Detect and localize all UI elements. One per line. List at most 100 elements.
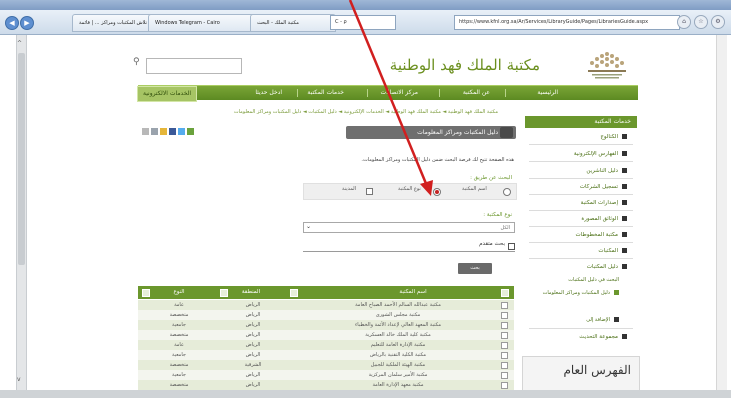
nav-new[interactable]: ادخل حديثا	[255, 86, 282, 100]
cell-region: الرياض	[245, 372, 261, 378]
row-checkbox[interactable]	[501, 312, 508, 319]
header-checkbox[interactable]	[290, 289, 298, 297]
print-icon[interactable]	[142, 128, 149, 135]
sidebar-subitem-libraries-centers[interactable]: دليل المكتبات ومراكز المعلومات	[519, 287, 619, 299]
right-scrollbar[interactable]	[716, 35, 727, 390]
cell-name[interactable]: مكتبة مجلس الشورى	[298, 310, 498, 320]
chevron-down-icon[interactable]: ⌄	[306, 223, 311, 230]
table-row[interactable]: مكتبة معهد الإدارة العامة الرياض متخصصة	[138, 380, 514, 390]
radio-library-type[interactable]	[433, 188, 441, 196]
scrollbar-thumb[interactable]	[18, 53, 25, 265]
search-icon[interactable]: ⚲	[133, 57, 140, 67]
table-row[interactable]: مكتبة الكلية التقنية بالرياض الرياض جامع…	[138, 350, 514, 360]
sidebar-item-library-guide[interactable]: دليل المكتبات	[527, 261, 627, 273]
cell-region: الرياض	[245, 302, 261, 308]
sidebar-item-publishers[interactable]: دليل الناشرين	[527, 165, 627, 177]
row-checkbox[interactable]	[501, 322, 508, 329]
header-checkbox[interactable]	[220, 289, 228, 297]
bullet-icon	[622, 151, 627, 156]
row-checkbox[interactable]	[501, 382, 508, 389]
cell-name[interactable]: مكتبة المعهد العالي لإعداد الأئمة والخطب…	[298, 320, 498, 330]
sidebar-subitem-search-guide[interactable]: البحث في دليل المكتبات	[519, 274, 619, 286]
library-type-select[interactable]: الكل	[303, 222, 515, 233]
share-toolbar	[142, 128, 194, 135]
scroll-up-icon[interactable]: ^	[17, 40, 22, 47]
browser-tab-3[interactable]: مكتبة الملك - البحث	[250, 14, 336, 32]
cell-name[interactable]: مكتبة الهيئة الملكية للجبيل	[298, 360, 498, 370]
sidebar-item-companies[interactable]: تسجيل الشركات	[527, 181, 627, 193]
catalog-banner[interactable]: الفهرس العام	[522, 356, 640, 394]
nav-contact[interactable]: مركز الاتصالات	[381, 86, 418, 100]
cell-name[interactable]: مكتبة الأمير سلمان المركزية	[298, 370, 498, 380]
address-bar[interactable]: https://www.kfnl.org.sa/Ar/Services/Libr…	[454, 15, 680, 30]
home-icon[interactable]: ⌂	[677, 15, 691, 29]
star-icon[interactable]	[160, 128, 167, 135]
table-row[interactable]: مكتبة كلية الملك خالد العسكرية الرياض مت…	[138, 330, 514, 340]
sidebar-item-libraries[interactable]: المكتبات	[527, 245, 627, 257]
library-logo-icon[interactable]	[578, 48, 636, 82]
row-checkbox[interactable]	[501, 372, 508, 379]
advanced-search-checkbox[interactable]	[508, 243, 515, 250]
bullet-icon	[614, 290, 619, 295]
header-checkbox[interactable]	[142, 289, 150, 297]
cell-region: الرياض	[245, 322, 261, 328]
address-suffix: C - ρ	[330, 15, 396, 30]
row-checkbox[interactable]	[501, 352, 508, 359]
facebook-icon[interactable]	[169, 128, 176, 135]
browser-tab-1[interactable]: تلاش المكتبات ومراكز ... | قائمة	[72, 14, 156, 32]
site-search-input[interactable]	[146, 58, 242, 74]
sidebar-item-catalog[interactable]: الكتالوج	[527, 131, 627, 143]
cell-name[interactable]: مكتبة معهد الإدارة العامة	[298, 380, 498, 390]
table-row[interactable]: مكتبة مجلس الشورى الرياض متخصصة	[138, 310, 514, 320]
nav-services[interactable]: خدمات المكتبة	[307, 86, 344, 100]
email-icon[interactable]	[151, 128, 158, 135]
left-scrollbar[interactable]	[16, 35, 27, 390]
cell-name[interactable]: مكتبة عبدالله السالم الأحمد الصباح العام…	[298, 300, 498, 310]
advanced-search-label: بحث متقدم	[479, 241, 505, 247]
cell-name[interactable]: مكتبة الكلية التقنية بالرياض	[298, 350, 498, 360]
breadcrumb[interactable]: مكتبة الملك فهد الوطنية ◄ مكتبة الملك فه…	[140, 109, 498, 115]
table-row[interactable]: مكتبة الإدارة العامة للتعليم الرياض عامة	[138, 340, 514, 350]
sidebar-item-manuscripts[interactable]: مكتبة المخطوطات	[527, 229, 627, 241]
search-by-label: البحث عن طريق :	[470, 175, 512, 181]
browser-tab-2[interactable]: Windows Telegram - Cairo	[148, 14, 257, 32]
back-icon[interactable]: ◀	[5, 16, 19, 30]
forward-icon[interactable]: ▶	[20, 16, 34, 30]
sidebar-item-update[interactable]: مجموعة التحديث	[527, 331, 627, 343]
cell-region: الرياض	[245, 382, 261, 388]
twitter-icon[interactable]	[178, 128, 185, 135]
radio-library-name[interactable]	[503, 188, 511, 196]
banner-title: الفهرس العام	[563, 363, 631, 377]
table-row[interactable]: مكتبة الأمير سلمان المركزية الرياض جامعي…	[138, 370, 514, 380]
star-icon[interactable]: ☆	[694, 15, 708, 29]
sidebar-item-indexes[interactable]: الفهارس الإلكترونية	[527, 148, 627, 160]
column-header-name[interactable]: اسم المكتبة	[328, 286, 498, 299]
share-icon[interactable]	[187, 128, 194, 135]
advanced-search-toggle[interactable]: بحث متقدم	[303, 240, 515, 252]
cell-name[interactable]: مكتبة الإدارة العامة للتعليم	[298, 340, 498, 350]
gear-icon[interactable]: ⚙	[711, 15, 725, 29]
row-checkbox[interactable]	[501, 302, 508, 309]
nav-about[interactable]: عن المكتبة	[463, 86, 490, 100]
header-checkbox[interactable]	[501, 289, 509, 297]
table-row[interactable]: مكتبة الهيئة الملكية للجبيل الشرقية متخص…	[138, 360, 514, 370]
cell-name[interactable]: مكتبة كلية الملك خالد العسكرية	[298, 330, 498, 340]
nav-home[interactable]: الرئيسية	[537, 86, 558, 100]
row-checkbox[interactable]	[501, 332, 508, 339]
sidebar-item-publications[interactable]: إصدارات المكتبة	[527, 197, 627, 209]
nav-eservices[interactable]: الخدمات الالكترونية	[137, 86, 198, 102]
sidebar-subitem-add[interactable]: الإضافة إلى	[519, 314, 619, 326]
row-checkbox[interactable]	[501, 342, 508, 349]
scroll-down-icon[interactable]: v	[17, 376, 21, 383]
table-row[interactable]: مكتبة عبدالله السالم الأحمد الصباح العام…	[138, 300, 514, 310]
search-button[interactable]: بحث	[458, 263, 492, 274]
page-title: دليل المكتبات ومراكز المعلومات	[346, 126, 516, 139]
sidebar-item-documents[interactable]: الوثائق المصورة	[527, 213, 627, 225]
bullet-icon	[622, 184, 627, 189]
table-row[interactable]: مكتبة المعهد العالي لإعداد الأئمة والخطب…	[138, 320, 514, 330]
row-checkbox[interactable]	[501, 362, 508, 369]
cell-type: متخصصة	[169, 362, 189, 368]
checkbox-city[interactable]	[366, 188, 373, 195]
cell-type: متخصصة	[169, 382, 189, 388]
column-header-type[interactable]: النوع	[146, 286, 212, 299]
